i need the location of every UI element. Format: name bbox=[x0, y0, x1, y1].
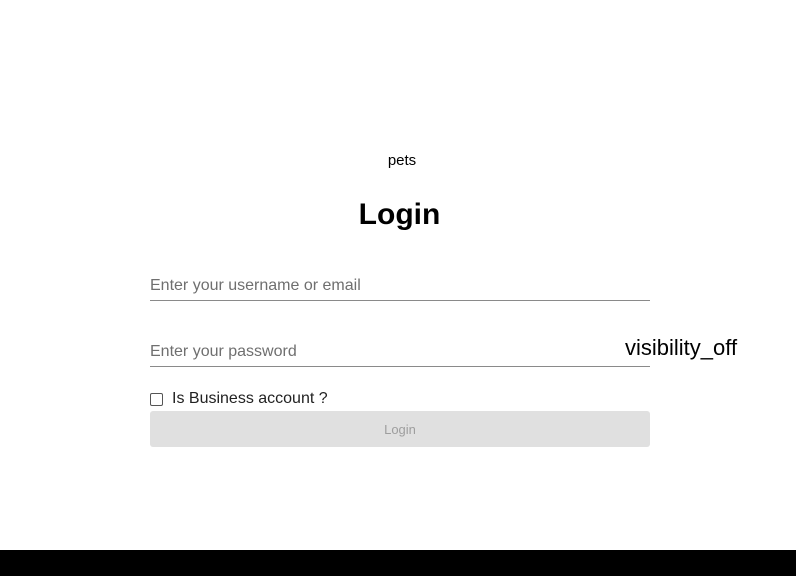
business-account-label[interactable]: Is Business account ? bbox=[172, 390, 328, 408]
business-account-checkbox[interactable] bbox=[150, 392, 163, 406]
username-field-wrapper bbox=[150, 272, 650, 301]
password-field-wrapper bbox=[150, 338, 650, 367]
username-input[interactable] bbox=[150, 272, 650, 300]
bottom-bar bbox=[0, 550, 796, 576]
business-account-row: Is Business account ? bbox=[150, 389, 328, 409]
logo-text: pets bbox=[387, 152, 417, 169]
password-input[interactable] bbox=[150, 338, 650, 366]
page-title: Login bbox=[358, 198, 441, 231]
login-page: pets Login visibility_off Is Business ac… bbox=[0, 0, 796, 576]
visibility-off-icon[interactable]: visibility_off bbox=[625, 334, 737, 362]
login-button[interactable]: Login bbox=[150, 411, 650, 447]
